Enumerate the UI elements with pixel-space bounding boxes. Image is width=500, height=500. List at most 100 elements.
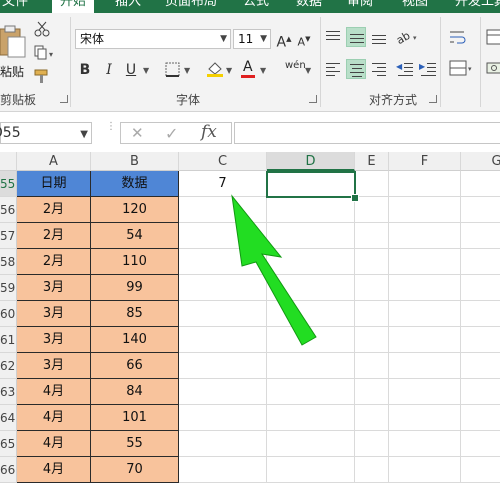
empty-cell[interactable] — [355, 327, 389, 353]
format-painter-icon[interactable] — [34, 69, 50, 85]
header-cell-value[interactable]: 数据 — [91, 171, 179, 197]
empty-cell[interactable] — [355, 171, 389, 197]
date-cell[interactable]: 3月 — [17, 353, 91, 379]
date-cell[interactable]: 4月 — [17, 405, 91, 431]
empty-cell[interactable] — [179, 353, 267, 379]
row-header[interactable]: 57 — [0, 223, 17, 249]
empty-cell[interactable] — [267, 249, 355, 275]
tab-formulas[interactable]: 公式 — [243, 0, 269, 13]
empty-cell[interactable] — [355, 223, 389, 249]
tab-insert[interactable]: 插入 — [115, 0, 141, 13]
empty-cell[interactable] — [267, 457, 355, 483]
value-cell[interactable]: 54 — [91, 223, 179, 249]
empty-cell[interactable] — [389, 249, 461, 275]
empty-cell[interactable] — [267, 353, 355, 379]
column-header-f[interactable]: F — [389, 152, 461, 171]
align-bottom-button[interactable] — [369, 27, 389, 47]
value-cell[interactable]: 85 — [91, 301, 179, 327]
phonetic-guide-button[interactable]: wén — [285, 60, 306, 71]
column-header-b[interactable]: B — [91, 152, 179, 171]
align-left-button[interactable] — [323, 59, 343, 79]
date-cell[interactable]: 3月 — [17, 327, 91, 353]
empty-cell[interactable] — [355, 197, 389, 223]
empty-cell[interactable] — [179, 405, 267, 431]
column-header-c[interactable]: C — [179, 152, 267, 171]
formula-bar-grip-icon[interactable]: ⋮ — [106, 122, 116, 132]
empty-cell[interactable] — [267, 379, 355, 405]
font-color-button[interactable]: A — [240, 59, 256, 79]
date-cell[interactable]: 4月 — [17, 379, 91, 405]
empty-cell[interactable] — [389, 353, 461, 379]
empty-cell[interactable] — [355, 431, 389, 457]
value-cell[interactable]: 84 — [91, 379, 179, 405]
empty-cell[interactable] — [267, 431, 355, 457]
chevron-down-icon[interactable]: ▼ — [226, 66, 232, 75]
tab-view[interactable]: 视图 — [402, 0, 428, 13]
date-cell[interactable]: 2月 — [17, 223, 91, 249]
empty-cell[interactable] — [389, 223, 461, 249]
font-launcher-icon[interactable] — [309, 95, 317, 103]
chevron-down-icon[interactable]: ▼ — [305, 66, 311, 75]
empty-cell[interactable] — [389, 431, 461, 457]
date-cell[interactable]: 4月 — [17, 431, 91, 457]
empty-cell[interactable] — [389, 171, 461, 197]
empty-cell[interactable] — [389, 457, 461, 483]
empty-cell[interactable] — [179, 223, 267, 249]
tab-data[interactable]: 数据 — [296, 0, 322, 13]
fill-color-icon[interactable] — [206, 60, 224, 78]
empty-cell[interactable] — [461, 171, 500, 197]
empty-cell[interactable] — [389, 405, 461, 431]
value-cell[interactable]: 99 — [91, 275, 179, 301]
clipboard-launcher-icon[interactable] — [60, 95, 68, 103]
value-cell[interactable]: 66 — [91, 353, 179, 379]
empty-cell[interactable] — [179, 457, 267, 483]
tab-developer[interactable]: 开发工具 — [455, 0, 500, 13]
empty-cell[interactable] — [389, 379, 461, 405]
empty-cell[interactable] — [179, 249, 267, 275]
empty-cell[interactable] — [179, 301, 267, 327]
border-icon[interactable] — [165, 62, 181, 78]
empty-cell[interactable] — [461, 249, 500, 275]
column-header-g[interactable]: G — [461, 152, 500, 171]
row-header[interactable]: 59 — [0, 275, 17, 301]
empty-cell[interactable] — [267, 327, 355, 353]
formula-input[interactable] — [234, 122, 500, 144]
empty-cell[interactable] — [355, 405, 389, 431]
align-center-button[interactable] — [346, 59, 366, 79]
font-name-select[interactable]: 宋体 ▼ — [75, 29, 231, 49]
empty-cell[interactable] — [355, 275, 389, 301]
empty-cell[interactable] — [461, 197, 500, 223]
empty-cell[interactable] — [179, 327, 267, 353]
date-cell[interactable]: 3月 — [17, 301, 91, 327]
row-header[interactable]: 62 — [0, 353, 17, 379]
value-cell[interactable]: 110 — [91, 249, 179, 275]
row-header[interactable]: 66 — [0, 457, 17, 483]
row-header[interactable]: 55 — [0, 171, 17, 197]
column-header-d[interactable]: D — [267, 152, 355, 171]
enter-button[interactable]: ✓ — [165, 124, 178, 143]
value-cell[interactable]: 120 — [91, 197, 179, 223]
empty-cell[interactable] — [267, 405, 355, 431]
name-box[interactable]: D55 ▼ — [0, 122, 92, 144]
empty-cell[interactable] — [461, 223, 500, 249]
empty-cell[interactable] — [355, 353, 389, 379]
empty-cell[interactable] — [179, 275, 267, 301]
empty-cell[interactable] — [461, 301, 500, 327]
insert-function-button[interactable]: fx — [201, 122, 217, 142]
select-all-corner[interactable] — [0, 152, 17, 171]
merge-center-icon[interactable]: ▾ — [449, 60, 475, 78]
empty-cell[interactable] — [179, 431, 267, 457]
row-header[interactable]: 63 — [0, 379, 17, 405]
empty-cell[interactable] — [389, 301, 461, 327]
align-right-button[interactable] — [369, 59, 389, 79]
empty-cell[interactable] — [389, 327, 461, 353]
alignment-launcher-icon[interactable] — [429, 95, 437, 103]
date-cell[interactable]: 2月 — [17, 249, 91, 275]
date-cell[interactable]: 4月 — [17, 457, 91, 483]
chevron-down-icon[interactable]: ▼ — [260, 66, 266, 75]
value-cell[interactable]: 101 — [91, 405, 179, 431]
tab-home[interactable]: 开始 — [52, 0, 95, 13]
value-cell[interactable]: 70 — [91, 457, 179, 483]
chevron-down-icon[interactable]: ▼ — [184, 66, 190, 75]
empty-cell[interactable] — [179, 379, 267, 405]
